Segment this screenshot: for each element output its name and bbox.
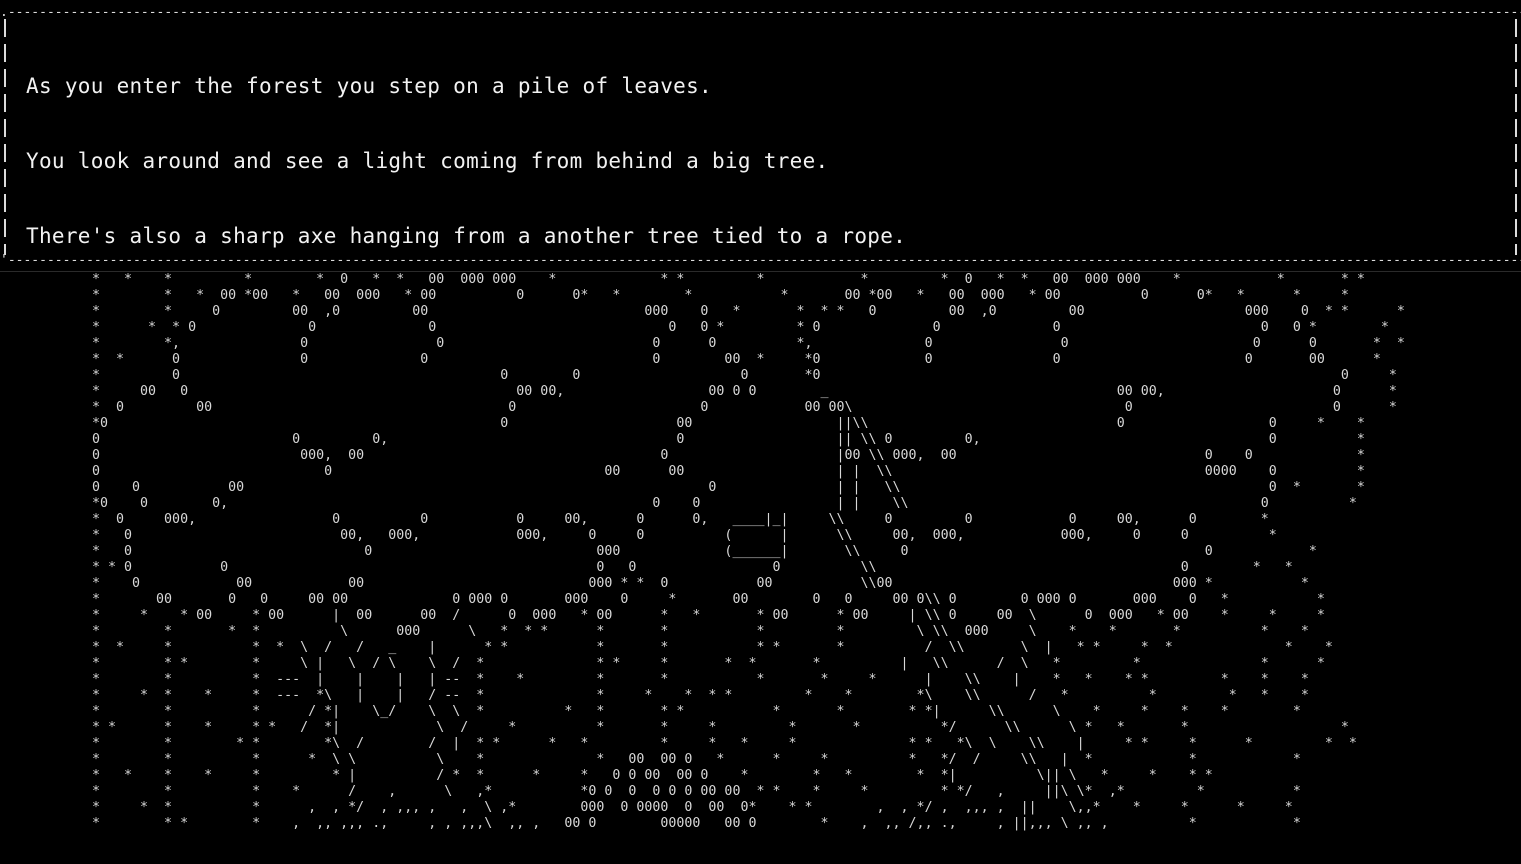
forest-scene: * * * * * 0 * * 00 000 000 * * * * * * 0… xyxy=(0,272,1521,864)
narration-box-top-border: .---------------------------------------… xyxy=(0,6,1521,19)
forest-ascii-art: * * * * * 0 * * 00 000 000 * * * * * * 0… xyxy=(92,272,1405,831)
narration-box: .---------------------------------------… xyxy=(0,0,1521,272)
narration-line: There's also a sharp axe hanging from a … xyxy=(26,224,907,248)
narration-box-right-border xyxy=(1515,19,1517,255)
narration-box-left-border xyxy=(4,19,6,255)
narration-line: You look around and see a light coming f… xyxy=(26,149,829,173)
narration-box-bottom-border: '---------------------------------------… xyxy=(0,254,1521,267)
narration-line: As you enter the forest you step on a pi… xyxy=(26,74,712,98)
